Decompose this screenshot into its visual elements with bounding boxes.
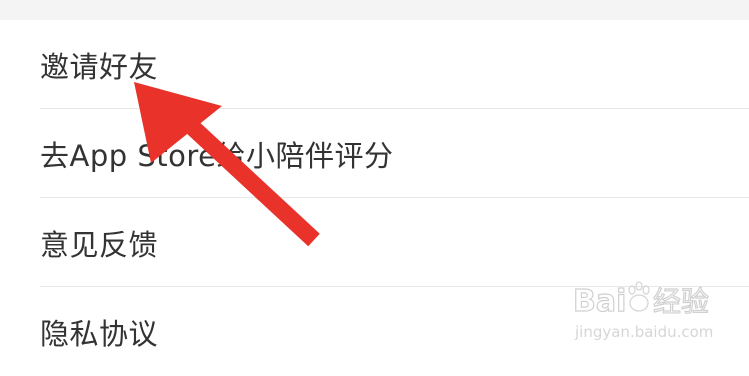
menu-item-label: 邀请好友 [40, 49, 159, 84]
top-section-band [0, 0, 749, 20]
menu-item-privacy-policy[interactable]: 隐私协议 [0, 287, 749, 376]
menu-item-label: 意见反馈 [40, 227, 159, 262]
menu-item-label: 隐私协议 [40, 316, 159, 351]
menu-item-feedback[interactable]: 意见反馈 [0, 198, 749, 287]
menu-item-invite-friends[interactable]: 邀请好友 [0, 20, 749, 109]
menu-item-rate-app[interactable]: 去App Store给小陪伴评分 [0, 109, 749, 198]
menu-item-label: 去App Store给小陪伴评分 [40, 138, 394, 173]
settings-menu-list: 邀请好友 去App Store给小陪伴评分 意见反馈 隐私协议 [0, 20, 749, 376]
